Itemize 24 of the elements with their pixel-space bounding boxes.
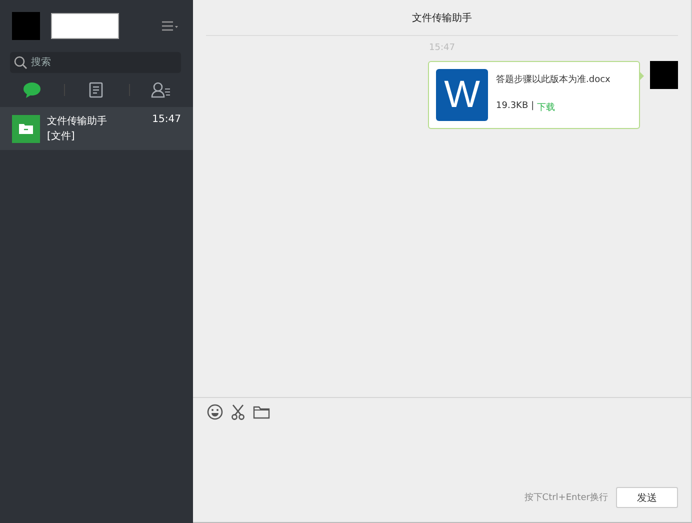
chat-bubble-icon[interactable] (23, 82, 42, 98)
chat-title: 文件传输助手 (206, 0, 678, 36)
conversation-preview: [文件] (47, 130, 76, 143)
file-name: 答题步骤以此版本为准.docx (496, 74, 610, 86)
conversation-name: 文件传输助手 (47, 114, 107, 128)
name-block (51, 13, 119, 39)
smiley-icon[interactable] (207, 404, 223, 420)
avatar-block (650, 61, 678, 89)
person-icon[interactable] (150, 82, 171, 98)
menu-icon[interactable] (162, 21, 179, 31)
search-field[interactable]: 搜索 (31, 57, 171, 68)
word-file-icon: W (436, 69, 488, 121)
search-icon (14, 56, 27, 69)
scissors-icon[interactable] (231, 404, 245, 420)
conversation-time: 15:47 (152, 114, 181, 127)
shortcut-hint: 按下Ctrl+Enter换行 (524, 492, 608, 504)
search-bar[interactable]: 搜索 (10, 52, 181, 73)
folder-icon[interactable] (253, 405, 270, 419)
folder-avatar-icon (12, 114, 40, 142)
separator: | (531, 101, 534, 113)
send-button[interactable]: 发送 (616, 487, 678, 508)
conversation-item[interactable]: 文件传输助手 15:47 [文件] (0, 107, 193, 150)
file-size: 19.3KB (496, 101, 528, 113)
document-list-icon[interactable] (89, 82, 104, 98)
